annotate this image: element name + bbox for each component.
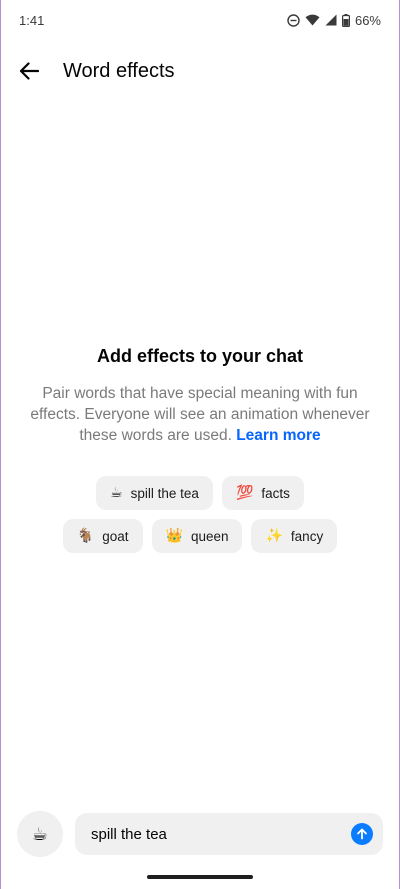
battery-icon (341, 13, 350, 27)
battery-percent: 66% (354, 12, 381, 28)
chip-queen[interactable]: 👑 queen (151, 519, 243, 553)
word-effect-chips: ☕ spill the tea 💯 facts 🐐 goat 👑 queen ✨… (62, 476, 338, 553)
word-input[interactable] (91, 825, 351, 843)
sparkles-emoji-icon: ✨ (265, 528, 283, 544)
status-bar: 1:41 66% (1, 0, 399, 40)
chip-facts[interactable]: 💯 facts (221, 476, 304, 510)
learn-more-link[interactable]: Learn more (236, 427, 320, 444)
section-description: Pair words that have special meaning wit… (25, 383, 375, 446)
hundred-emoji-icon: 💯 (235, 485, 254, 501)
app-header: Word effects (1, 48, 399, 94)
page-title: Word effects (63, 59, 175, 82)
chip-label: fancy (290, 528, 324, 544)
goat-emoji-icon: 🐐 (76, 528, 95, 544)
chip-row-1: ☕ spill the tea 💯 facts (96, 476, 304, 510)
arrow-left-icon (19, 62, 39, 80)
send-button[interactable] (351, 823, 373, 845)
intro-section: Add effects to your chat Pair words that… (1, 346, 399, 553)
section-heading: Add effects to your chat (96, 346, 304, 366)
send-arrow-up-icon (357, 828, 367, 840)
emoji-picker-button[interactable]: ☕ (17, 811, 63, 857)
chip-fancy[interactable]: ✨ fancy (251, 519, 338, 553)
home-indicator[interactable] (147, 875, 253, 879)
message-composer: ☕ (17, 811, 383, 857)
word-input-container (75, 813, 383, 855)
screen: 1:41 66% Word effects Add effects to you… (0, 0, 400, 889)
chip-label: spill the tea (130, 485, 199, 501)
tea-emoji-icon: ☕ (110, 485, 123, 501)
status-time: 1:41 (19, 12, 45, 28)
chip-row-2: 🐐 goat 👑 queen ✨ fancy (62, 519, 338, 553)
chip-label: goat (102, 528, 129, 544)
chip-goat[interactable]: 🐐 goat (62, 519, 143, 553)
chip-label: facts (261, 485, 290, 501)
status-icons: 66% (287, 13, 381, 28)
crown-emoji-icon: 👑 (165, 528, 183, 544)
signal-icon (325, 14, 337, 26)
chip-spill-the-tea[interactable]: ☕ spill the tea (96, 476, 213, 510)
tea-emoji-icon: ☕ (31, 823, 49, 845)
wifi-icon (305, 14, 320, 26)
chip-label: queen (190, 528, 229, 544)
do-not-disturb-icon (287, 13, 300, 27)
back-button[interactable] (1, 48, 57, 94)
